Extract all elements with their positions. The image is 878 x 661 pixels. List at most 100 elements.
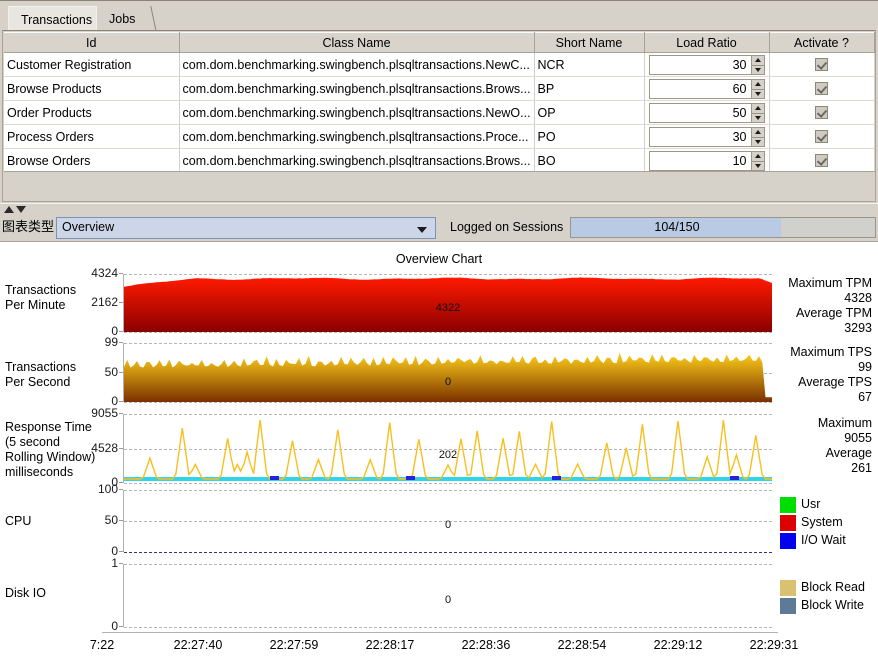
activate-checkbox-wrap[interactable] [773, 54, 872, 76]
cell-short-name[interactable]: BP [534, 77, 644, 101]
load-ratio-value[interactable]: 10 [649, 151, 751, 171]
stepper-up-button[interactable] [751, 103, 765, 113]
stat-value-tpm-1: 3293 [844, 321, 872, 336]
tab-jobs-label: Jobs [109, 12, 135, 26]
cell-activate[interactable] [769, 101, 874, 125]
table-row[interactable]: Browse Productscom.dom.benchmarking.swin… [4, 77, 874, 101]
load-ratio-value[interactable]: 60 [649, 79, 751, 99]
x-tick-6: 22:29:12 [638, 638, 718, 652]
collapse-up-icon[interactable] [4, 206, 14, 213]
cell-id[interactable]: Process Orders [4, 125, 179, 149]
current-value-disk-io: 0 [124, 594, 772, 606]
load-ratio-value[interactable]: 30 [649, 55, 751, 75]
stat-value-response-time-1: 261 [851, 461, 872, 476]
window-top-border [0, 0, 878, 1]
swingbench-window: Transactions Jobs Id Class Name Short Na… [0, 0, 878, 661]
split-pane-divider[interactable] [0, 203, 878, 216]
caret-down-icon [755, 164, 761, 168]
stepper-down-button[interactable] [751, 137, 765, 148]
chevron-down-icon[interactable] [417, 227, 427, 233]
cell-load-ratio[interactable]: 50 [644, 101, 769, 125]
current-value-tpm: 4322 [124, 302, 772, 314]
activate-checkbox-wrap[interactable] [773, 78, 872, 100]
stepper-arrows[interactable] [751, 151, 765, 171]
cell-activate[interactable] [769, 149, 874, 173]
stepper-up-button[interactable] [751, 151, 765, 161]
cell-short-name[interactable]: NCR [534, 53, 644, 77]
table-row[interactable]: Process Orderscom.dom.benchmarking.swing… [4, 125, 874, 149]
load-ratio-value[interactable]: 30 [649, 127, 751, 147]
caret-down-icon [755, 140, 761, 144]
cell-activate[interactable] [769, 125, 874, 149]
activate-checkbox-wrap[interactable] [773, 150, 872, 172]
caret-down-icon [755, 92, 761, 96]
load-ratio-value[interactable]: 50 [649, 103, 751, 123]
cell-class-name[interactable]: com.dom.benchmarking.swingbench.plsqltra… [179, 101, 534, 125]
legend-swatch-block-read [780, 580, 796, 596]
table-body: Customer Registrationcom.dom.benchmarkin… [4, 53, 874, 173]
column-header-activate[interactable]: Activate ? [769, 33, 874, 53]
stepper-arrows[interactable] [751, 127, 765, 147]
stepper-down-button[interactable] [751, 89, 765, 100]
collapse-down-icon[interactable] [16, 206, 26, 213]
stepper-arrows[interactable] [751, 79, 765, 99]
stepper-arrows[interactable] [751, 103, 765, 123]
chart-type-select[interactable]: Overview [56, 217, 436, 239]
stepper-down-button[interactable] [751, 65, 765, 76]
stepper-up-button[interactable] [751, 55, 765, 65]
panel-label-line: Per Second [5, 375, 76, 390]
y-tick-disk-io: 0 [72, 619, 118, 633]
load-ratio-stepper[interactable]: 10 [649, 151, 765, 171]
column-header-load-ratio[interactable]: Load Ratio [644, 33, 769, 53]
column-header-short-name[interactable]: Short Name [534, 33, 644, 53]
cell-class-name[interactable]: com.dom.benchmarking.swingbench.plsqltra… [179, 125, 534, 149]
cell-activate[interactable] [769, 77, 874, 101]
stepper-up-button[interactable] [751, 127, 765, 137]
cell-class-name[interactable]: com.dom.benchmarking.swingbench.plsqltra… [179, 53, 534, 77]
activate-checkbox[interactable] [815, 130, 828, 143]
x-tick-1: 22:27:40 [158, 638, 238, 652]
tab-transactions[interactable]: Transactions [8, 6, 102, 32]
column-header-class-name[interactable]: Class Name [179, 33, 534, 53]
current-value-tps: 0 [124, 376, 772, 388]
cell-short-name[interactable]: BO [534, 149, 644, 173]
cell-load-ratio[interactable]: 60 [644, 77, 769, 101]
cell-id[interactable]: Browse Orders [4, 149, 179, 173]
table-row[interactable]: Browse Orderscom.dom.benchmarking.swingb… [4, 149, 874, 173]
table-row[interactable]: Customer Registrationcom.dom.benchmarkin… [4, 53, 874, 77]
cell-short-name[interactable]: OP [534, 101, 644, 125]
activate-checkbox[interactable] [815, 106, 828, 119]
cell-activate[interactable] [769, 53, 874, 77]
activate-checkbox[interactable] [815, 58, 828, 71]
cell-class-name[interactable]: com.dom.benchmarking.swingbench.plsqltra… [179, 149, 534, 173]
cell-load-ratio[interactable]: 30 [644, 53, 769, 77]
stat-label-tps-0: Maximum TPS [790, 345, 872, 360]
table-row[interactable]: Order Productscom.dom.benchmarking.swing… [4, 101, 874, 125]
cell-class-name[interactable]: com.dom.benchmarking.swingbench.plsqltra… [179, 77, 534, 101]
load-ratio-stepper[interactable]: 60 [649, 79, 765, 99]
activate-checkbox-wrap[interactable] [773, 102, 872, 124]
load-ratio-stepper[interactable]: 30 [649, 55, 765, 75]
cell-id[interactable]: Order Products [4, 101, 179, 125]
cell-load-ratio[interactable]: 30 [644, 125, 769, 149]
caret-down-icon [755, 116, 761, 120]
cell-load-ratio[interactable]: 10 [644, 149, 769, 173]
chart-type-label: 图表类型 [2, 220, 54, 236]
load-ratio-stepper[interactable]: 30 [649, 127, 765, 147]
tab-jobs[interactable]: Jobs [96, 6, 145, 32]
stepper-down-button[interactable] [751, 113, 765, 124]
caret-up-icon [755, 130, 761, 134]
activate-checkbox[interactable] [815, 82, 828, 95]
column-header-id[interactable]: Id [4, 33, 179, 53]
cell-short-name[interactable]: PO [534, 125, 644, 149]
cell-id[interactable]: Customer Registration [4, 53, 179, 77]
cell-id[interactable]: Browse Products [4, 77, 179, 101]
y-tick-cpu: 100 [72, 482, 118, 496]
stepper-arrows[interactable] [751, 55, 765, 75]
activate-checkbox[interactable] [815, 154, 828, 167]
gridline-cpu [124, 552, 772, 553]
stepper-up-button[interactable] [751, 79, 765, 89]
load-ratio-stepper[interactable]: 50 [649, 103, 765, 123]
stepper-down-button[interactable] [751, 161, 765, 172]
activate-checkbox-wrap[interactable] [773, 126, 872, 148]
